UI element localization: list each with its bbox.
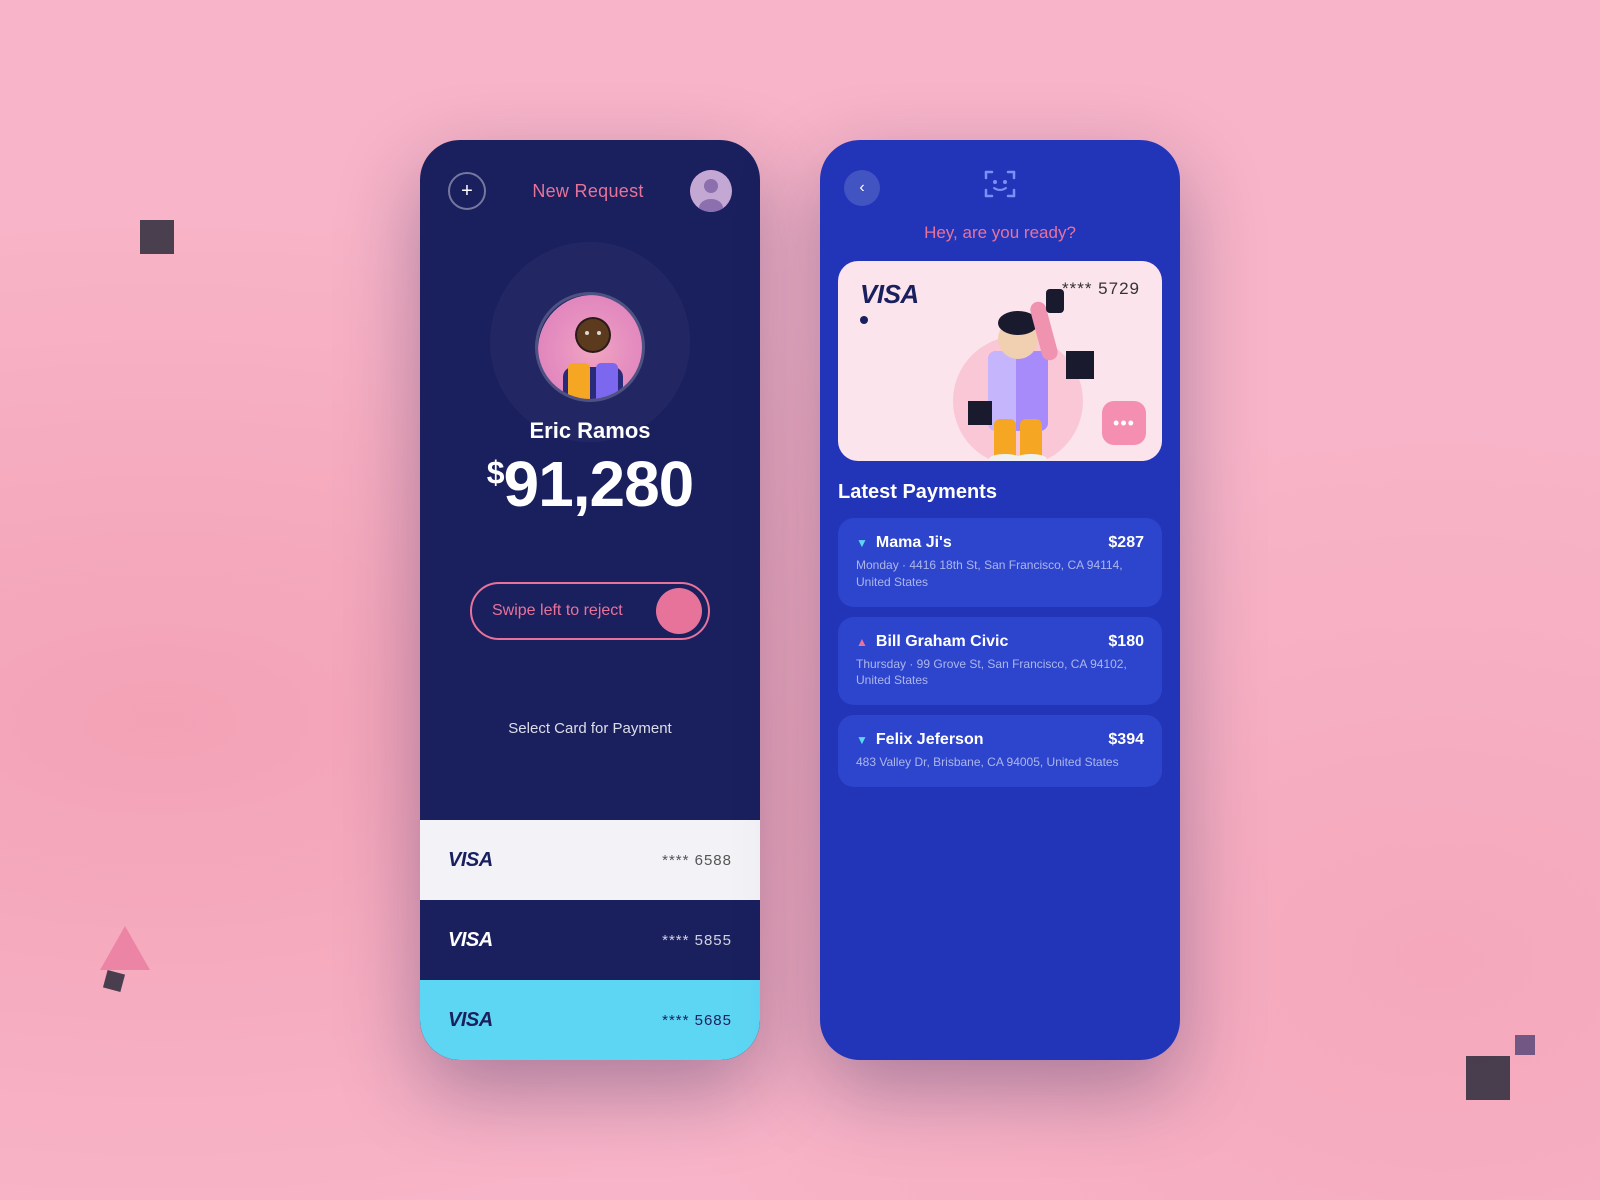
more-dots-icon: ••• [1113,413,1135,434]
profile-avatar [535,292,645,402]
deco-square-1 [140,220,174,254]
payments-section: Latest Payments ▼ Mama Ji's $287 Monday … [820,461,1180,1060]
card-more-button[interactable]: ••• [1102,401,1146,445]
payment-name-row-2: ▲ Bill Graham Civic [856,633,1008,651]
payment-top-3: ▼ Felix Jeferson $394 [856,731,1144,749]
payment-address-2: Thursday · 99 Grove St, San Francisco, C… [856,656,1144,690]
payment-arrow-2: ▲ [856,635,868,649]
payment-address-3: 483 Valley Dr, Brisbane, CA 94005, Unite… [856,754,1144,771]
add-button[interactable]: + [448,172,486,210]
payment-name-2: Bill Graham Civic [876,633,1009,651]
amount-value: 91,280 [504,448,694,520]
left-phone-header: + New Request [420,140,760,232]
card-brand: VISA [860,279,919,310]
card-last4: **** 5729 [1062,279,1140,299]
profile-amount: $91,280 [440,452,740,516]
card-number-3: **** 5685 [662,1012,732,1029]
card-item-1[interactable]: VISA **** 6588 [420,820,760,900]
face-id-icon [982,168,1018,207]
currency-symbol: $ [487,455,504,491]
payment-top-1: ▼ Mama Ji's $287 [856,534,1144,552]
payment-item-1[interactable]: ▼ Mama Ji's $287 Monday · 4416 18th St, … [838,518,1162,607]
card-item-3[interactable]: VISA **** 5685 [420,980,760,1060]
profile-section: Eric Ramos $91,280 [420,232,760,516]
ready-text: Hey, are you ready? [820,223,1180,261]
visa-logo-1: VISA [448,849,493,872]
payment-amount-2: $180 [1108,633,1144,651]
card-number-1: **** 6588 [662,852,732,869]
swipe-indicator [656,588,702,634]
payment-name-row-3: ▼ Felix Jeferson [856,731,984,749]
payment-name-1: Mama Ji's [876,534,952,552]
deco-square-2 [103,970,125,992]
payment-arrow-3: ▼ [856,733,868,747]
card-illustration-svg [918,271,1118,461]
face-id-section [982,168,1018,207]
deco-square-4 [1515,1035,1535,1055]
select-card-label: Select Card for Payment [420,720,760,747]
card-illustration [918,271,1118,461]
user-avatar[interactable] [690,170,732,212]
swipe-label: Swipe left to reject [492,602,623,620]
swipe-reject-button[interactable]: Swipe left to reject [470,582,710,640]
visa-logo-2: VISA [448,929,493,952]
payments-title: Latest Payments [838,481,1162,504]
deco-triangle [100,926,150,970]
payment-item-2[interactable]: ▲ Bill Graham Civic $180 Thursday · 99 G… [838,617,1162,706]
visa-logo-3: VISA [448,1009,493,1032]
payment-address-1: Monday · 4416 18th St, San Francisco, CA… [856,557,1144,591]
plus-icon: + [461,180,473,203]
payment-name-row-1: ▼ Mama Ji's [856,534,952,552]
left-phone: + New Request [420,140,760,1060]
right-phone-header: ‹ [820,140,1180,223]
deco-square-3 [1466,1056,1510,1100]
face-id-svg [982,168,1018,200]
right-phone: ‹ [820,140,1180,1060]
avatar-image [690,170,732,212]
swipe-button-container: Swipe left to reject [420,552,760,640]
payment-arrow-1: ▼ [856,536,868,550]
card-stack: VISA **** 6588 VISA **** 5855 VISA **** … [420,820,760,1060]
card-item-2[interactable]: VISA **** 5855 [420,900,760,980]
card-dot [860,316,868,324]
header-title: New Request [532,181,643,202]
payment-name-3: Felix Jeferson [876,731,984,749]
payment-amount-3: $394 [1108,731,1144,749]
back-icon: ‹ [859,179,864,197]
card-number-2: **** 5855 [662,932,732,949]
card-header-info: VISA [860,279,919,324]
card-number-right: **** 5729 [1062,279,1140,299]
back-button[interactable]: ‹ [844,170,880,206]
payment-item-3[interactable]: ▼ Felix Jeferson $394 483 Valley Dr, Bri… [838,715,1162,787]
payment-amount-1: $287 [1108,534,1144,552]
credit-card-display: VISA **** 5729 [838,261,1162,461]
payment-top-2: ▲ Bill Graham Civic $180 [856,633,1144,651]
